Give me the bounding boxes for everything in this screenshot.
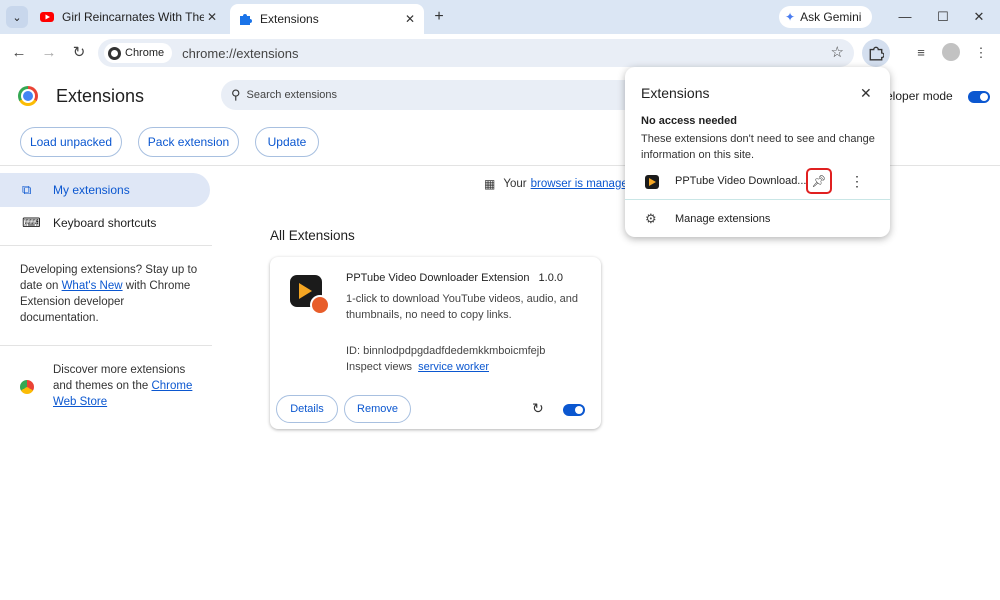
extension-version: 1.0.0: [538, 272, 563, 284]
inspect-label: Inspect views: [346, 361, 413, 373]
extension-description: 1-click to download YouTube videos, audi…: [346, 293, 578, 321]
section-title: All Extensions: [270, 228, 355, 243]
developer-mode-label: eloper mode: [886, 89, 953, 103]
minimize-button[interactable]: —: [893, 6, 917, 28]
managed-notice: ▦ Your browser is managed: [484, 177, 634, 191]
discover-text: Discover more extensions and themes on t…: [53, 362, 203, 410]
popup-subheading: No access needed: [641, 115, 737, 127]
remove-button[interactable]: Remove: [344, 395, 411, 423]
avatar[interactable]: [942, 43, 960, 61]
extension-enabled-toggle[interactable]: [563, 404, 585, 416]
url-text[interactable]: chrome://extensions: [182, 46, 298, 61]
search-placeholder: Search extensions: [246, 89, 338, 101]
sidebar-item-keyboard-shortcuts[interactable]: ⌨ Keyboard shortcuts: [0, 206, 210, 240]
arrow-left-icon: ←: [11, 44, 27, 61]
popup-extension-row[interactable]: PPTube Video Download... 📌︎ ⋮: [625, 167, 890, 197]
pin-extension-button[interactable]: 📌︎: [806, 168, 832, 194]
tab-strip: ⌄ Girl Reincarnates With The AI ✕ Extens…: [0, 0, 1000, 34]
extension-name: PPTube Video Downloader Extension 1.0.0: [346, 272, 563, 284]
site-chip-label: Chrome: [125, 47, 165, 59]
maximize-button[interactable]: ☐: [931, 6, 955, 28]
inspect-views: Inspect views service worker: [346, 361, 489, 373]
puzzle-icon: [240, 14, 252, 25]
reload-extension-icon[interactable]: ↻: [532, 400, 544, 417]
search-input[interactable]: ⚲ Search extensions: [221, 80, 641, 110]
close-window-button[interactable]: ✕: [967, 6, 991, 28]
tab-youtube[interactable]: Girl Reincarnates With The AI ✕: [32, 4, 226, 30]
puzzle-icon: [869, 46, 884, 61]
close-icon[interactable]: ✕: [860, 85, 872, 102]
service-worker-link[interactable]: service worker: [418, 361, 489, 373]
details-button[interactable]: Details: [276, 395, 338, 423]
chrome-icon: [108, 46, 121, 60]
record-badge-icon: [310, 295, 330, 315]
close-icon[interactable]: ✕: [402, 12, 418, 26]
more-options-icon[interactable]: ⋮: [850, 173, 864, 190]
developer-info-text: Developing extensions? Stay up to date o…: [20, 262, 200, 326]
gemini-icon: ✦: [785, 10, 796, 24]
extensions-button[interactable]: [862, 39, 890, 67]
reload-button[interactable]: ↻: [68, 42, 90, 64]
extension-name-text: PPTube Video Downloader Extension: [346, 272, 530, 284]
popup-title: Extensions: [641, 85, 710, 101]
popup-description: These extensions don't need to see and c…: [641, 133, 875, 161]
gear-icon: ⚙: [645, 211, 657, 226]
pin-icon: 📌︎: [811, 174, 827, 188]
update-button[interactable]: Update: [255, 127, 319, 157]
popup-extension-name: PPTube Video Download...: [675, 175, 807, 187]
sidebar-item-my-extensions[interactable]: ⧉ My extensions: [0, 173, 210, 207]
manage-extensions-label: Manage extensions: [675, 213, 771, 225]
extension-card: PPTube Video Downloader Extension 1.0.0 …: [270, 257, 601, 429]
sidebar-item-label: My extensions: [53, 183, 130, 197]
sidebar-divider: [0, 345, 212, 346]
reload-icon: ↻: [72, 44, 86, 61]
page-title: Extensions: [56, 86, 145, 106]
popup-divider: [625, 199, 890, 200]
more-menu-icon[interactable]: ⋮: [970, 42, 992, 64]
forward-button[interactable]: →: [38, 42, 60, 64]
sidebar-divider: [0, 245, 212, 246]
youtube-icon: [40, 12, 54, 22]
tab-title: Extensions: [260, 12, 319, 26]
puzzle-icon: ⧉: [22, 182, 32, 197]
ask-gemini-button[interactable]: ✦ Ask Gemini: [779, 6, 872, 28]
keyboard-icon: ⌨: [22, 215, 41, 230]
tab-search-button[interactable]: ⌄: [6, 6, 28, 28]
managed-text: Your: [503, 178, 527, 190]
tab-title: Girl Reincarnates With The AI: [62, 10, 204, 24]
new-tab-button[interactable]: +: [430, 8, 448, 26]
address-bar[interactable]: Chrome chrome://extensions ☆: [98, 39, 854, 67]
chrome-logo-icon: [18, 86, 38, 106]
back-button[interactable]: ←: [8, 42, 30, 64]
tab-extensions[interactable]: Extensions ✕: [230, 4, 424, 34]
extensions-menu-popup: Extensions ✕ No access needed These exte…: [625, 67, 890, 237]
building-icon: ▦: [484, 177, 496, 191]
extension-id: ID: binnlodpdpgdadfdedemkkmboicmfejb: [346, 345, 546, 357]
arrow-right-icon: →: [41, 44, 57, 61]
browser-managed-link[interactable]: browser is managed: [531, 178, 635, 190]
star-icon[interactable]: ☆: [831, 43, 844, 61]
media-controls-icon[interactable]: ≡: [910, 42, 932, 64]
developer-mode-toggle[interactable]: [968, 91, 990, 103]
site-info-chip[interactable]: Chrome: [104, 43, 173, 63]
search-icon: ⚲: [231, 87, 241, 102]
close-icon[interactable]: ✕: [204, 10, 220, 24]
pack-extension-button[interactable]: Pack extension: [138, 127, 239, 157]
chrome-web-store-icon: [20, 380, 34, 394]
chevron-down-icon: ⌄: [12, 11, 22, 24]
ask-gemini-label: Ask Gemini: [800, 10, 862, 24]
manage-extensions-item[interactable]: ⚙ Manage extensions: [625, 205, 890, 233]
pptube-extension-icon: [645, 175, 659, 189]
load-unpacked-button[interactable]: Load unpacked: [20, 127, 122, 157]
whats-new-link[interactable]: What's New: [62, 280, 123, 292]
sidebar-item-label: Keyboard shortcuts: [53, 216, 157, 230]
